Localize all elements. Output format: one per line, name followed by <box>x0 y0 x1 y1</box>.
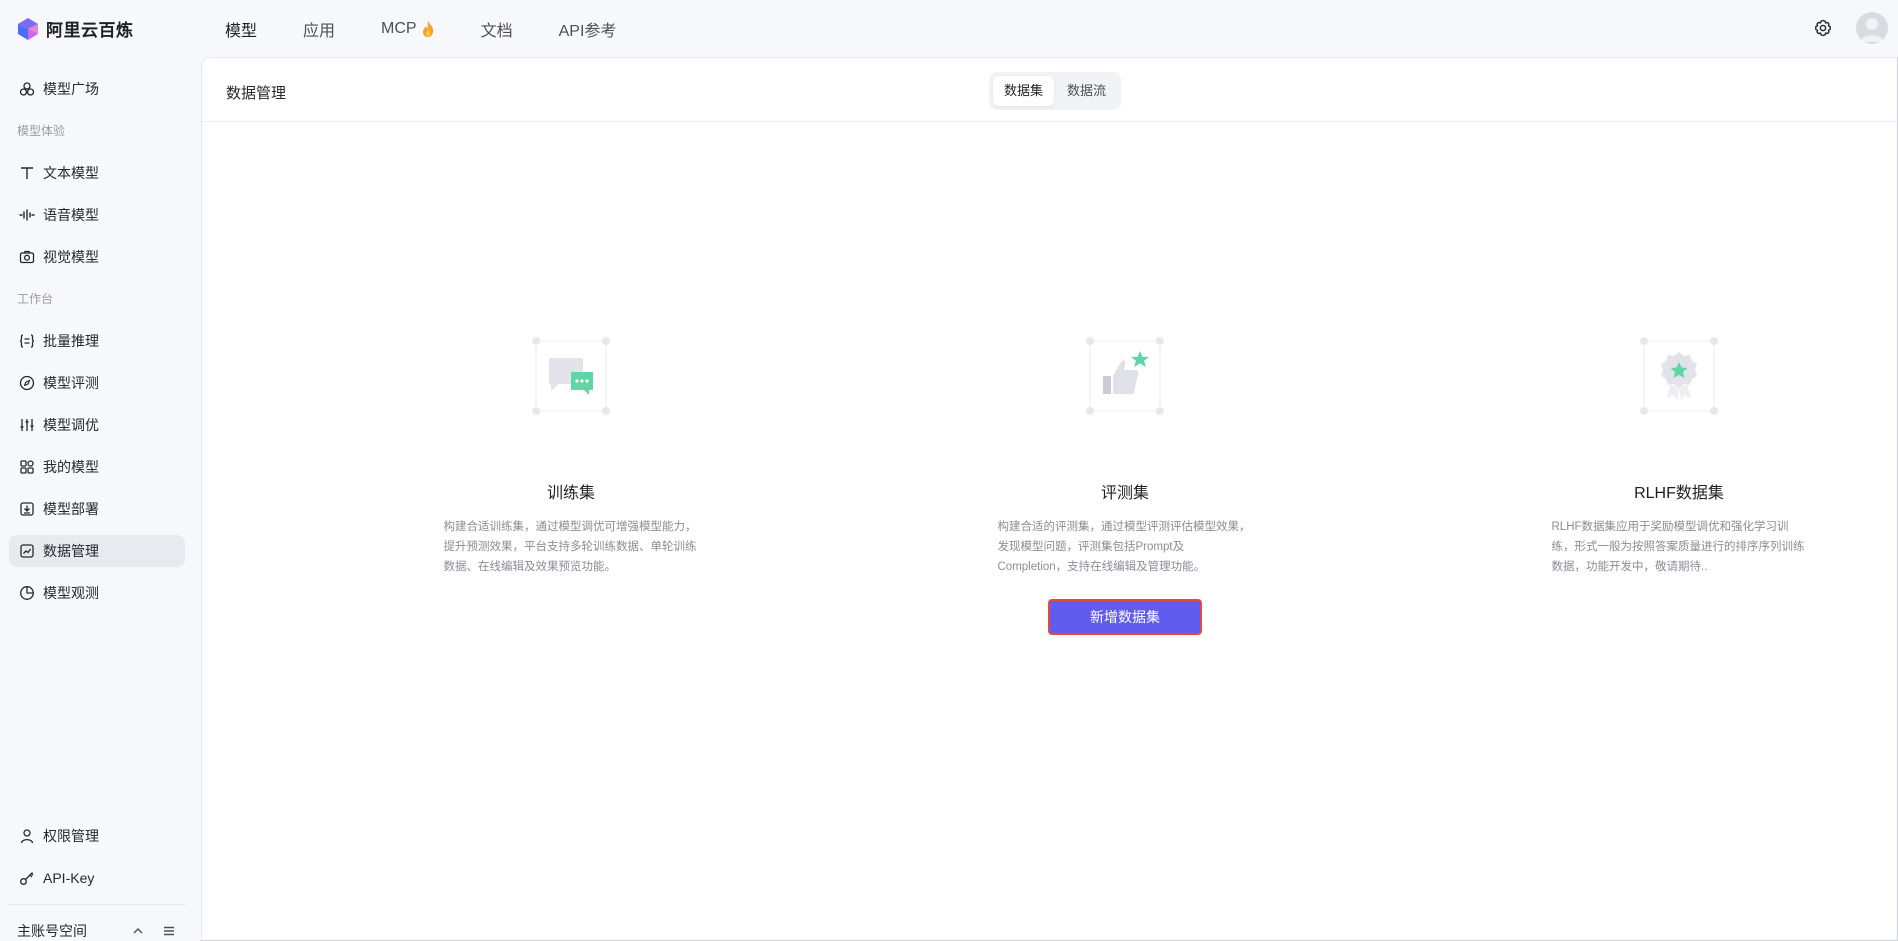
user-avatar-icon <box>1860 18 1884 42</box>
grid-apps-icon <box>20 460 34 474</box>
sidebar-item-model-tuning[interactable]: 模型调优 <box>9 409 185 441</box>
card-title: RLHF数据集 <box>1634 485 1724 502</box>
sidebar-item-text-model[interactable]: 文本模型 <box>9 157 185 189</box>
sidebar-item-label: 我的模型 <box>43 459 99 475</box>
sidebar-item-label: 语音模型 <box>43 207 99 223</box>
card-training-set: 训练集 构建合适训练集，通过模型调优可增强模型能力，提升预测效果，平台支持多轮训… <box>441 336 701 577</box>
top-nav-label: 模型 <box>225 22 258 40</box>
workspace-name: 主账号空间 <box>17 923 87 939</box>
page-title: 数据管理 <box>226 85 287 102</box>
chart-line-icon <box>20 544 34 558</box>
sidebar-item-data-management[interactable]: 数据管理 <box>9 535 185 567</box>
brand-name: 阿里云百炼 <box>46 21 134 40</box>
sidebar-item-model-observe[interactable]: 模型观测 <box>9 577 185 609</box>
tab-dataflows[interactable]: 数据流 <box>1056 76 1117 106</box>
sidebar-item-label: 模型调优 <box>43 417 99 433</box>
gear-icon[interactable] <box>1814 19 1832 37</box>
waveform-icon <box>19 209 35 221</box>
top-nav-apps[interactable]: 应用 <box>303 17 335 41</box>
top-nav-label: API参考 <box>558 22 617 40</box>
sidebar-item-label: 权限管理 <box>43 828 99 844</box>
sidebar-item-label: 视觉模型 <box>43 249 99 265</box>
sidebar-item-label: API-Key <box>43 870 95 886</box>
sidebar-item-model-eval[interactable]: 模型评测 <box>9 367 185 399</box>
sidebar-item-label: 数据管理 <box>43 543 99 559</box>
card-title: 训练集 <box>546 485 595 502</box>
top-nav-mcp[interactable]: MCP <box>381 20 435 38</box>
card-description: 构建合适训练集，通过模型调优可增强模型能力，提升预测效果，平台支持多轮训练数据、… <box>443 521 697 573</box>
top-nav-label: 文档 <box>480 22 513 40</box>
top-nav-api-ref[interactable]: API参考 <box>559 17 617 41</box>
cubes-icon <box>19 82 35 96</box>
main-panel: 数据管理 数据集 数据流 训练集 构建合适训练集，通过模型调优可增强模型能力，提… <box>201 57 1896 939</box>
sidebar-item-vision-model[interactable]: 视觉模型 <box>9 241 185 273</box>
sidebar-item-label: 批量推理 <box>43 333 99 349</box>
sidebar-item-permissions[interactable]: 权限管理 <box>9 820 185 852</box>
card-description: 构建合适的评测集，通过模型评测评估模型效果，发现模型问题，评测集包括Prompt… <box>997 521 1251 573</box>
sidebar-item-model-deploy[interactable]: 模型部署 <box>9 493 185 525</box>
tab-datasets[interactable]: 数据集 <box>993 76 1055 106</box>
menu-icon[interactable] <box>162 924 176 938</box>
thumbs-up-star-icon <box>1085 336 1165 416</box>
dataset-tabs: 数据集 数据流 <box>989 72 1122 110</box>
sidebar: 模型广场 模型体验 文本模型 语音模型 视觉模型 工作台 批量推理 模型评测 模… <box>0 57 200 941</box>
sliders-icon <box>20 419 34 431</box>
top-nav-docs[interactable]: 文档 <box>481 17 513 41</box>
top-bar: 阿里云百炼 模型 应用 MCP 文档 API参考 <box>0 0 1898 57</box>
chat-bubbles-icon <box>531 336 611 416</box>
sidebar-item-voice-model[interactable]: 语音模型 <box>9 199 185 231</box>
card-rlhf-set: RLHF数据集 RLHF数据集应用于奖励模型调优和强化学习训练，形式一般为按照答… <box>1549 336 1809 577</box>
sidebar-group-workbench: 工作台 <box>17 292 54 306</box>
sidebar-item-api-key[interactable]: API-Key <box>9 862 185 894</box>
card-description: RLHF数据集应用于奖励模型调优和强化学习训练，形式一般为按照答案质量进行的排序… <box>1551 521 1805 573</box>
sidebar-item-label: 模型部署 <box>43 501 99 517</box>
sidebar-item-batch-inference[interactable]: 批量推理 <box>9 325 185 357</box>
sidebar-item-label: 模型评测 <box>43 375 99 391</box>
compass-icon <box>19 375 35 391</box>
sidebar-item-label: 文本模型 <box>43 165 99 181</box>
chevron-up-icon[interactable] <box>131 924 145 938</box>
deploy-box-icon <box>20 502 34 516</box>
card-title: 评测集 <box>1100 485 1149 502</box>
sidebar-item-label: 模型广场 <box>43 81 99 97</box>
bailian-logo-icon <box>18 17 38 40</box>
pie-chart-icon <box>20 586 34 600</box>
top-nav: 模型 应用 MCP 文档 API参考 <box>225 0 662 57</box>
sidebar-divider <box>9 904 185 905</box>
text-icon <box>21 167 33 179</box>
top-nav-models[interactable]: 模型 <box>225 17 257 41</box>
card-eval-set: 评测集 构建合适的评测集，通过模型评测评估模型效果，发现模型问题，评测集包括Pr… <box>995 336 1255 635</box>
sidebar-item-label: 模型观测 <box>43 585 99 601</box>
top-right-actions <box>1814 12 1888 44</box>
badge-star-icon <box>1639 336 1719 416</box>
brand-logo[interactable]: 阿里云百炼 <box>16 16 134 41</box>
sidebar-item-model-plaza[interactable]: 模型广场 <box>9 73 185 105</box>
add-dataset-button[interactable]: 新增数据集 <box>1048 599 1202 635</box>
workspace-switcher[interactable]: 主账号空间 <box>17 921 87 941</box>
camera-icon <box>19 250 35 264</box>
key-icon <box>20 872 34 885</box>
sidebar-group-experience: 模型体验 <box>17 124 66 138</box>
braces-list-icon <box>19 334 35 348</box>
top-nav-label: 应用 <box>303 22 336 40</box>
page-header: 数据管理 数据集 数据流 <box>202 58 1896 122</box>
user-avatar[interactable] <box>1856 12 1888 44</box>
user-icon <box>20 829 34 844</box>
flame-icon <box>422 20 433 37</box>
top-nav-label: MCP <box>381 19 417 37</box>
sidebar-item-my-models[interactable]: 我的模型 <box>9 451 185 483</box>
